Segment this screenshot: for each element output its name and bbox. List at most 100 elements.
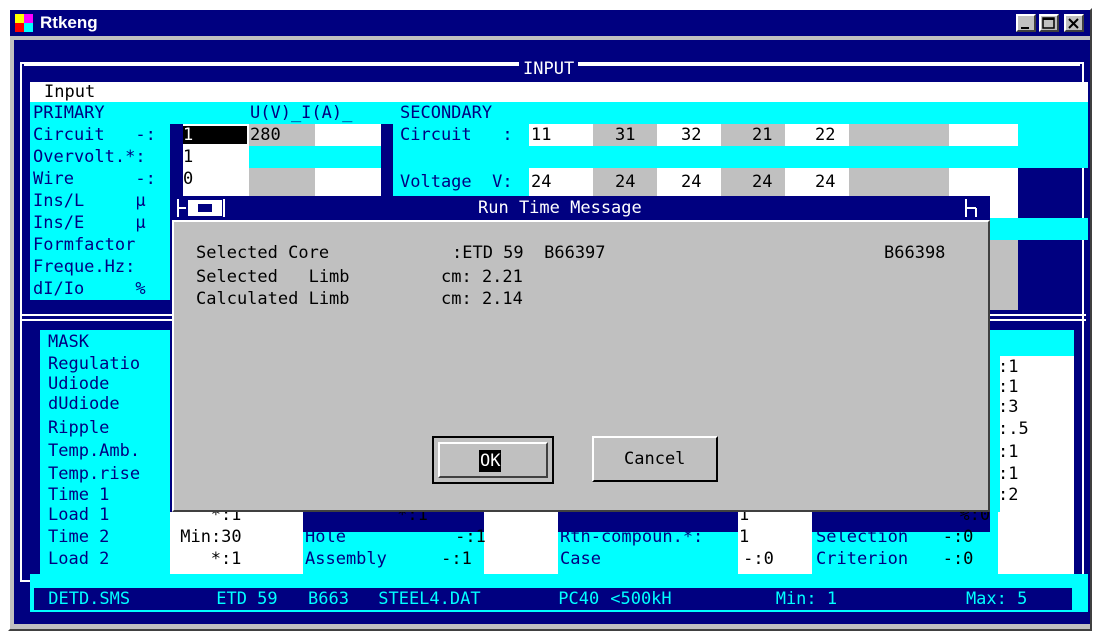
status-min[interactable]: Min: 1: [745, 588, 837, 610]
status-frequency[interactable]: <500kH: [600, 588, 671, 610]
app-icon: [14, 13, 34, 33]
ok-label: OK: [479, 450, 502, 472]
secondary-voltage-3: 24: [681, 172, 702, 192]
mask-label-hole: Hole: [305, 527, 346, 547]
secondary-circuit-1: 11: [531, 125, 552, 145]
primary-wire-label: Wire -:: [33, 169, 156, 189]
secondary-voltage-5: 24: [815, 172, 836, 192]
mask-value-udiode: :1: [998, 377, 1019, 397]
dialog-title: Run Time Message: [478, 198, 642, 218]
input-label: Input: [44, 82, 96, 102]
mask-label-selection: Selection: [816, 527, 909, 547]
maximize-button[interactable]: [1039, 14, 1059, 32]
primary-overvolt-value: 1: [183, 147, 194, 167]
mask-value-hole: -:1: [363, 527, 486, 547]
mask-label-time2: Time 2: [48, 527, 110, 547]
primary-wire-value: 0: [183, 169, 194, 189]
primary-inse-label: Ins/E µ: [33, 213, 146, 233]
primary-circuit-label: Circuit -:: [33, 125, 156, 145]
cancel-label: Cancel: [624, 449, 686, 469]
dialog-line1-extra: B66398: [884, 243, 946, 263]
dialog-line2-value: cm: 2.21: [441, 267, 523, 287]
mask-label-udiode: Udiode: [48, 374, 110, 394]
dialog-system-menu-icon[interactable]: [176, 197, 228, 219]
mask-col4-fields[interactable]: [998, 512, 1074, 574]
input-line[interactable]: [30, 82, 1088, 102]
band-row: [1018, 124, 1088, 146]
secondary-circuit-3: 32: [681, 125, 702, 145]
mask-label-time1: Time 1: [48, 485, 110, 505]
secondary-circuit-label: Circuit :: [400, 125, 513, 145]
primary-insl-label: Ins/L µ: [33, 191, 146, 211]
primary-header: PRIMARY: [33, 103, 105, 123]
mask-value-temp-rise: :1: [998, 464, 1019, 484]
secondary-voltage-2: 24: [615, 172, 636, 192]
mask-label-load2: Load 2: [48, 549, 110, 569]
close-button[interactable]: [1064, 14, 1084, 32]
secondary-circuit-2: 31: [615, 125, 636, 145]
window-title: Rtkeng: [40, 13, 98, 32]
mask-label-case: Case: [560, 549, 601, 569]
primary-current-value: 280: [250, 125, 281, 145]
secondary-voltage-4: 24: [752, 172, 773, 192]
status-material[interactable]: PC40: [548, 588, 599, 610]
secondary-circuit-field[interactable]: [849, 124, 949, 146]
band-row: [990, 218, 1088, 240]
secondary-voltage-1: 24: [531, 172, 552, 192]
title-bar[interactable]: [10, 10, 1090, 36]
minimize-button[interactable]: [1016, 14, 1036, 32]
secondary-header: SECONDARY: [400, 103, 493, 123]
status-core-code[interactable]: B663: [308, 588, 349, 610]
dialog-line1-value: :ETD 59 B66397: [452, 243, 606, 263]
secondary-circuit-5: 22: [815, 125, 836, 145]
mask-label-criterion: Criterion: [816, 549, 909, 569]
dialog-line1-label: Selected Core: [196, 243, 330, 263]
grey-cell: [249, 168, 315, 196]
primary-circuit-value: 1: [183, 125, 194, 145]
mask-label-temp-amb: Temp.Amb.: [48, 441, 141, 461]
mask-label-load1: Load 1: [48, 505, 110, 525]
mask-value-regulation: :1: [998, 357, 1019, 377]
primary-frequency-label: Freque.Hz:: [33, 257, 136, 277]
dialog-line2-label: Selected Limb: [196, 267, 350, 287]
secondary-voltage-field[interactable]: [949, 168, 1018, 196]
mask-value-temp-amb: :1: [998, 442, 1019, 462]
secondary-circuit-4: 21: [752, 125, 773, 145]
primary-extra-field[interactable]: [315, 124, 381, 146]
mask-value-rth-compound: 1: [739, 527, 750, 547]
band-row: [393, 146, 1088, 168]
mask-value-assembly: -:1: [390, 549, 472, 569]
mask-label-temp-rise: Temp.rise: [48, 464, 141, 484]
field-cell: [990, 240, 1018, 310]
mask-label-ripple: Ripple: [48, 418, 110, 438]
secondary-circuit-field[interactable]: [949, 124, 1018, 146]
mask-value-ripple: :.5: [998, 419, 1029, 439]
primary-overvolt-label: Overvolt.*:: [33, 147, 146, 167]
mask-header: MASK: [48, 332, 89, 352]
secondary-voltage-field[interactable]: [849, 168, 949, 196]
mask-value-criterion: -:0: [912, 549, 974, 569]
mask-label-dudiode: dUdiode: [48, 394, 120, 414]
header-band: [30, 102, 1088, 124]
mask-value-time1: :2: [998, 485, 1019, 505]
mask-label-assembly: Assembly: [305, 549, 387, 569]
maximize-icon: [1042, 17, 1055, 29]
secondary-voltage-label: Voltage V:: [400, 172, 513, 192]
status-material-file[interactable]: STEEL4.DAT: [368, 588, 480, 610]
mask-value-time2: Min:30: [170, 527, 242, 547]
field-cell: [990, 196, 1018, 218]
primary-di-label: dI/Io %: [33, 279, 146, 299]
units-header: U(V)_I(A)_: [250, 103, 353, 123]
status-file[interactable]: DETD.SMS: [38, 588, 130, 610]
mask-label-regulation: Regulatio: [48, 354, 141, 374]
status-core[interactable]: ETD 59: [206, 588, 277, 610]
mask-col2-fields[interactable]: [484, 512, 558, 574]
primary-formfactor-label: Formfactor: [33, 235, 136, 255]
screen-heading: INPUT: [519, 58, 579, 80]
dialog-line3-value: cm: 2.14: [441, 289, 523, 309]
white-cell: [315, 168, 381, 196]
status-max[interactable]: Max: 5: [925, 588, 1027, 610]
band-row: [249, 146, 381, 168]
mask-value-selection: -:0: [912, 527, 974, 547]
mask-value-load2: *:1: [180, 549, 242, 569]
